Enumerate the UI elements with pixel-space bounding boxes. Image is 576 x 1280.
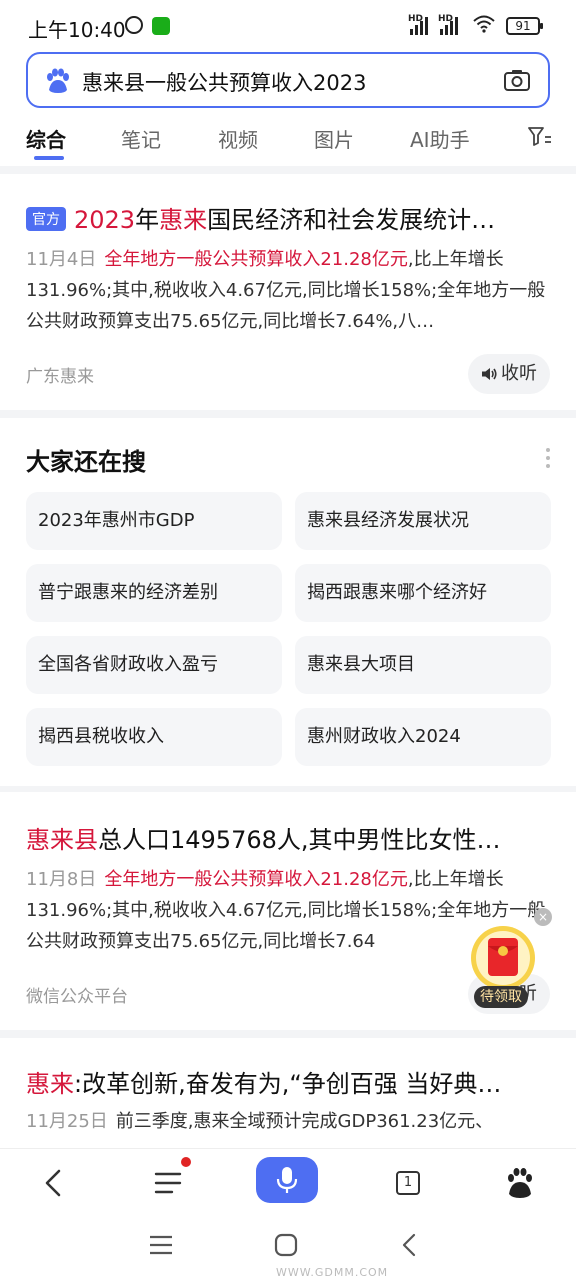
result-card[interactable]: 官方 2023年惠来国民经济和社会发展统计… 11月4日 全年地方一般公共预算收入2… [0, 174, 576, 410]
tab-video[interactable]: 视频 [218, 124, 258, 153]
status-bar: 上午10:40 HD HD 91 [0, 0, 576, 52]
title-highlight: 2023 [74, 206, 136, 234]
camera-icon[interactable] [504, 69, 530, 91]
result-card[interactable]: 惠来:改革创新,奋发有为,“争创百强 当好典… 11月25日 前三季度,惠来全域预… [0, 1038, 576, 1148]
watermark-text: WWW.GDMM.COM [276, 1266, 389, 1279]
baidu-paw-icon [47, 68, 69, 93]
title-text: 总人口1495768人,其中男性比女性… [98, 826, 501, 854]
wifi-icon [473, 15, 495, 33]
result-date: 11月4日 [26, 249, 97, 270]
baidu-home-icon[interactable] [500, 1163, 540, 1203]
title-highlight: 惠来 [26, 1070, 74, 1098]
status-time: 上午10:40 [28, 18, 126, 42]
tabs-button[interactable]: 1 [388, 1163, 428, 1203]
search-bar: 惠来县一般公共预算收入2023 [0, 52, 576, 114]
search-tabs: 综合 笔记 视频 图片 AI助手 [0, 114, 576, 166]
menu-icon[interactable] [148, 1163, 188, 1203]
related-search-item[interactable]: 惠来县经济发展状况 [295, 492, 551, 550]
recents-icon[interactable] [148, 1234, 174, 1256]
result-date: 11月25日 [26, 1111, 108, 1132]
more-options-icon[interactable] [546, 448, 550, 468]
result-source: 广东惠来 [26, 367, 94, 387]
filter-icon[interactable] [528, 126, 552, 146]
result-snippet: 11月25日 前三季度,惠来全域预计完成GDP361.23亿元、 [26, 1106, 550, 1137]
notification-dot [181, 1157, 191, 1167]
result-date: 11月8日 [26, 869, 97, 890]
title-highlight: 惠来县 [26, 826, 98, 854]
related-search-item[interactable]: 惠来县大项目 [295, 636, 551, 694]
related-search-item[interactable]: 揭西跟惠来哪个经济好 [295, 564, 551, 622]
battery-icon: 91 [506, 17, 543, 35]
result-source: 微信公众平台 [26, 987, 128, 1007]
result-title[interactable]: 惠来县总人口1495768人,其中男性比女性… [26, 820, 550, 855]
related-search-item[interactable]: 惠州财政收入2024 [295, 708, 551, 766]
microphone-icon [276, 1167, 298, 1193]
tab-count: 1 [396, 1171, 420, 1195]
tab-all[interactable]: 综合 [26, 124, 66, 153]
signal-icon-2 [440, 17, 458, 35]
back-icon[interactable] [34, 1163, 74, 1203]
title-text: :改革创新,奋发有为,“争创百强 当好典… [74, 1070, 502, 1098]
voice-search-button[interactable] [256, 1157, 318, 1203]
related-search-item[interactable]: 全国各省财政收入盈亏 [26, 636, 282, 694]
related-searches-title: 大家还在搜 [26, 448, 146, 476]
search-input[interactable]: 惠来县一般公共预算收入2023 [26, 52, 550, 108]
result-snippet: 11月4日 全年地方一般公共预算收入21.28亿元,比上年增长131.96%;其中… [26, 244, 550, 337]
home-icon[interactable] [274, 1233, 298, 1257]
wechat-icon [152, 17, 170, 35]
red-packet-close-icon[interactable]: × [534, 908, 552, 926]
tab-ai-assistant[interactable]: AI助手 [410, 124, 470, 153]
result-title[interactable]: 惠来:改革创新,奋发有为,“争创百强 当好典… [26, 1064, 550, 1099]
snippet-highlight: 全年地方一般公共预算收入21.28亿元 [104, 869, 408, 890]
related-search-item[interactable]: 揭西县税收收入 [26, 708, 282, 766]
red-packet-label: 待领取 [474, 986, 528, 1008]
search-query-text: 惠来县一般公共预算收入2023 [82, 71, 367, 95]
signal-icon-1 [410, 17, 428, 35]
official-badge: 官方 [26, 207, 66, 231]
related-search-item[interactable]: 普宁跟惠来的经济差别 [26, 564, 282, 622]
listen-label: 收听 [501, 363, 537, 384]
listen-button[interactable]: 收听 [468, 354, 550, 394]
result-title[interactable]: 官方 2023年惠来国民经济和社会发展统计… [26, 200, 550, 235]
snippet-highlight: 全年地方一般公共预算收入21.28亿元 [104, 249, 408, 270]
alarm-icon [125, 16, 143, 34]
tab-notes[interactable]: 笔记 [121, 124, 161, 153]
title-text: 年 [135, 206, 160, 234]
speaker-icon [482, 368, 497, 380]
snippet-text: 前三季度,惠来全域预计完成GDP361.23亿元、 [115, 1111, 494, 1132]
system-nav-bar: WWW.GDMM.COM [0, 1216, 576, 1280]
system-back-icon[interactable] [400, 1233, 418, 1257]
tab-images[interactable]: 图片 [314, 124, 354, 153]
related-search-item[interactable]: 2023年惠州市GDP [26, 492, 282, 550]
active-tab-indicator [34, 156, 64, 160]
title-text: 国民经济和社会发展统计… [207, 206, 496, 234]
related-searches: 大家还在搜 2023年惠州市GDP 惠来县经济发展状况 普宁跟惠来的经济差别 揭… [0, 418, 576, 786]
title-highlight: 惠来 [159, 206, 208, 234]
bottom-nav: 1 [0, 1148, 576, 1216]
